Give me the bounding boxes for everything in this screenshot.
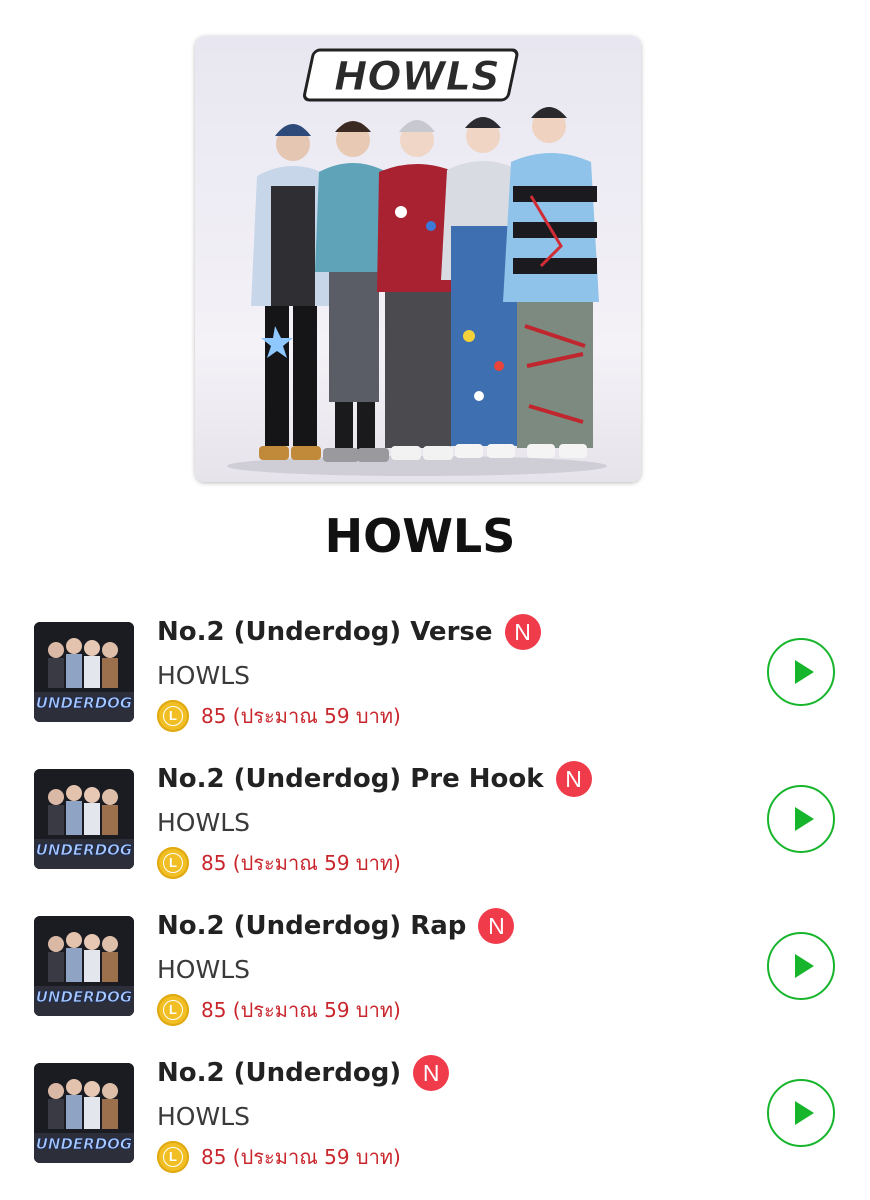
track-cover-image: UNDERDOG <box>34 769 134 869</box>
track-artist: HOWLS <box>157 1102 250 1131</box>
track-artist: HOWLS <box>157 808 250 837</box>
track-price: 85 (ประมาณ 59 บาท) <box>201 998 401 1022</box>
play-button[interactable] <box>767 785 835 853</box>
play-button[interactable] <box>767 1079 835 1147</box>
new-badge-icon: N <box>478 908 515 944</box>
coin-icon: L <box>157 700 189 732</box>
coin-icon: L <box>157 847 189 879</box>
track-title: No.2 (Underdog) Verse <box>157 617 493 647</box>
track-cover-image: UNDERDOG <box>34 622 134 722</box>
svg-text:UNDERDOG: UNDERDOG <box>36 988 133 1006</box>
artist-name: HOWLS <box>324 509 516 563</box>
track-row[interactable]: UNDERDOG No.2 (Underdog) Rap N HOWLS L 8… <box>0 894 870 1041</box>
svg-text:UNDERDOG: UNDERDOG <box>36 841 133 859</box>
track-price: 85 (ประมาณ 59 บาท) <box>201 851 401 875</box>
price-line: L 85 (ประมาณ 59 บาท) <box>157 1141 401 1173</box>
svg-text:HOWLS: HOWLS <box>334 54 500 100</box>
track-cover-image: UNDERDOG <box>34 916 134 1016</box>
coin-icon: L <box>157 994 189 1026</box>
play-icon <box>795 954 814 978</box>
track-row[interactable]: UNDERDOG No.2 (Underdog) Pre Hook N HOWL… <box>0 747 870 894</box>
track-price: 85 (ประมาณ 59 บาท) <box>201 1145 401 1169</box>
track-row[interactable]: UNDERDOG No.2 (Underdog) N HOWLS L 85 (ป… <box>0 1041 870 1188</box>
new-badge-icon: N <box>504 614 541 650</box>
track-title-line: No.2 (Underdog) N <box>157 1054 450 1092</box>
track-cover-image: UNDERDOG <box>34 1063 134 1163</box>
svg-text:UNDERDOG: UNDERDOG <box>36 1135 133 1153</box>
howls-logo: HOWLS <box>303 48 519 102</box>
track-artist: HOWLS <box>157 661 250 690</box>
svg-text:UNDERDOG: UNDERDOG <box>36 694 133 712</box>
price-line: L 85 (ประมาณ 59 บาท) <box>157 994 401 1026</box>
track-price: 85 (ประมาณ 59 บาท) <box>201 704 401 728</box>
artist-header: HOWLS HOWLS <box>0 0 870 580</box>
play-icon <box>795 1101 814 1125</box>
track-title: No.2 (Underdog) Rap <box>157 911 467 941</box>
play-icon <box>795 807 814 831</box>
coin-icon: L <box>157 1141 189 1173</box>
artist-photo: HOWLS <box>195 36 641 482</box>
track-title-line: No.2 (Underdog) Pre Hook N <box>157 760 592 798</box>
price-line: L 85 (ประมาณ 59 บาท) <box>157 847 401 879</box>
member-3 <box>377 120 457 460</box>
track-title: No.2 (Underdog) <box>157 1058 402 1088</box>
track-list: UNDERDOG No.2 (Underdog) Verse N HOWLS L… <box>0 600 870 1188</box>
play-button[interactable] <box>767 638 835 706</box>
track-row[interactable]: UNDERDOG No.2 (Underdog) Verse N HOWLS L… <box>0 600 870 747</box>
artist-group-photo: HOWLS <box>195 36 641 482</box>
track-artist: HOWLS <box>157 955 250 984</box>
new-badge-icon: N <box>555 761 592 797</box>
track-title-line: No.2 (Underdog) Verse N <box>157 613 541 651</box>
member-5 <box>503 107 599 458</box>
price-line: L 85 (ประมาณ 59 บาท) <box>157 700 401 732</box>
play-button[interactable] <box>767 932 835 1000</box>
new-badge-icon: N <box>413 1055 450 1091</box>
track-title-line: No.2 (Underdog) Rap N <box>157 907 515 945</box>
play-icon <box>795 660 814 684</box>
track-title: No.2 (Underdog) Pre Hook <box>157 764 544 794</box>
